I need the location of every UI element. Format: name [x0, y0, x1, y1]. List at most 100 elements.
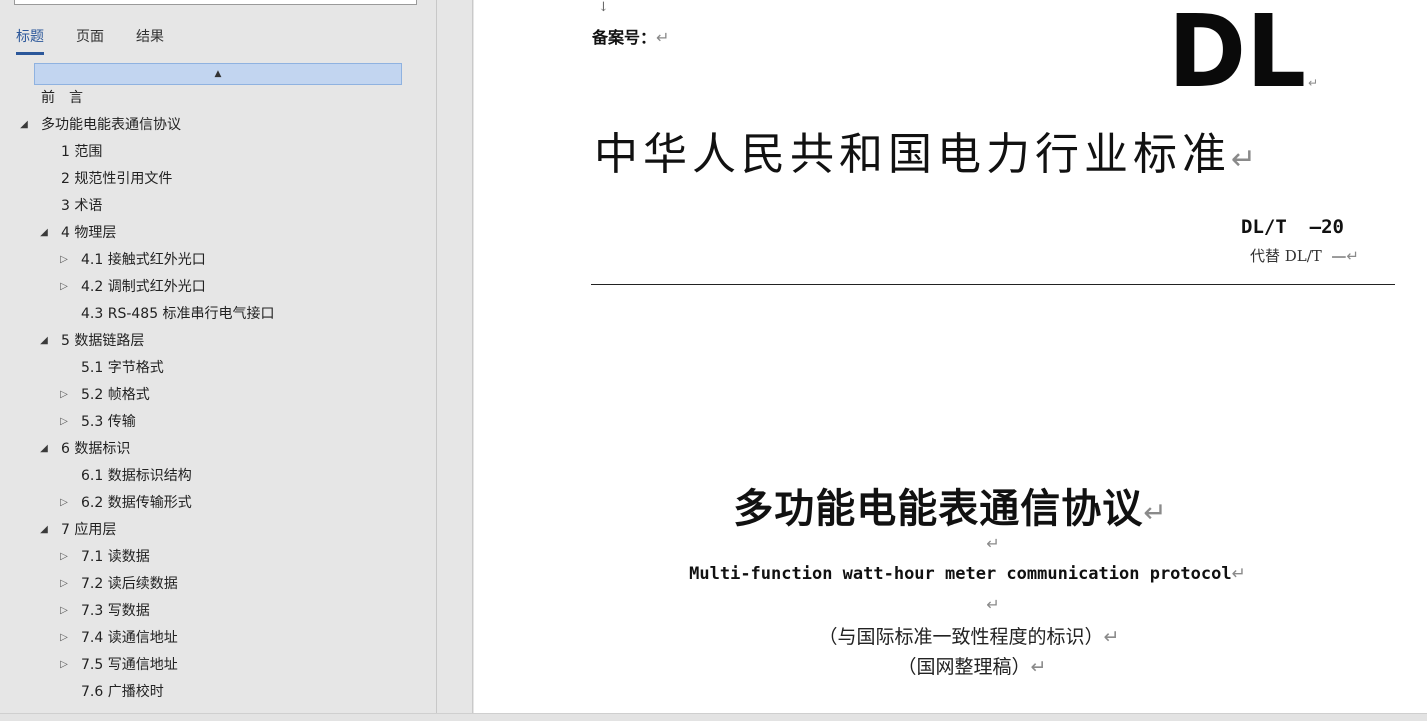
collapsed-triangle-icon[interactable]: ▷: [58, 598, 70, 624]
empty-paragraph-mark: ↵: [986, 595, 1000, 614]
english-title-text: Multi-function watt-hour meter communica…: [689, 564, 1232, 584]
expanded-triangle-icon[interactable]: ◢: [38, 328, 50, 354]
header-rule: [591, 284, 1395, 285]
heading-item[interactable]: ◢ 6 数据标识: [0, 436, 436, 463]
heading-item[interactable]: 7.6 广播校时: [0, 679, 436, 706]
heading-item[interactable]: ▷ 5.3 传输: [0, 409, 436, 436]
expanded-triangle-icon[interactable]: ◢: [18, 112, 30, 138]
heading-item[interactable]: 2 规范性引用文件: [0, 166, 436, 193]
heading-label: 7 应用层: [61, 522, 117, 538]
consistency-note-text: （与国际标准一致性程度的标识）: [818, 626, 1104, 648]
heading-label: 5 数据链路层: [61, 333, 145, 349]
paragraph-mark: ↵: [656, 28, 670, 47]
heading-label: 5.1 字节格式: [81, 360, 164, 376]
heading-item[interactable]: 5.1 字节格式: [0, 355, 436, 382]
record-number-label: 备案号：: [592, 28, 657, 47]
heading-label: 2 规范性引用文件: [61, 171, 173, 187]
paragraph-mark: ↵: [1030, 656, 1047, 678]
heading-label: 7.6 广播校时: [81, 684, 164, 700]
heading-item[interactable]: 6.1 数据标识结构: [0, 463, 436, 490]
standard-title-text: 中华人民共和国电力行业标准: [594, 129, 1231, 180]
heading-item[interactable]: ▷ 7.4 读通信地址: [0, 625, 436, 652]
heading-item[interactable]: 4.3 RS-485 标准串行电气接口: [0, 301, 436, 328]
paragraph-mark: ↵: [1103, 626, 1120, 648]
paragraph-mark: ↵: [1346, 247, 1359, 265]
heading-label: 7.2 读后续数据: [81, 576, 178, 592]
document-page: ↓ 备案号：↵ DL ↵ 中华人民共和国电力行业标准↵ DL/T —20 代替 …: [474, 0, 1427, 713]
heading-item[interactable]: ▷ 4.2 调制式红外光口: [0, 274, 436, 301]
heading-item[interactable]: ◢ 7 应用层: [0, 517, 436, 544]
heading-item[interactable]: ◢ 5 数据链路层: [0, 328, 436, 355]
heading-item[interactable]: ▷ 7.1 读数据: [0, 544, 436, 571]
heading-label: 5.3 传输: [81, 414, 136, 430]
heading-label: 6.2 数据传输形式: [81, 495, 192, 511]
collapse-up-icon: ▲: [214, 69, 222, 79]
document-title-text: 多功能电能表通信协议: [733, 486, 1144, 532]
draft-note: （国网整理稿）↵: [474, 652, 1427, 679]
tab-results[interactable]: 结果: [136, 26, 164, 52]
expanded-triangle-icon[interactable]: ◢: [38, 517, 50, 543]
heading-item[interactable]: 前 言: [0, 85, 436, 112]
heading-item[interactable]: 3 术语: [0, 193, 436, 220]
english-title: Multi-function watt-hour meter communica…: [474, 564, 1427, 584]
heading-item[interactable]: 1 范围: [0, 139, 436, 166]
collapsed-triangle-icon[interactable]: ▷: [58, 409, 70, 435]
heading-item[interactable]: ◢ 多功能电能表通信协议: [0, 112, 436, 139]
nav-search-box[interactable]: [14, 0, 417, 5]
collapsed-triangle-icon[interactable]: ▷: [58, 382, 70, 408]
heading-label: 前 言: [41, 90, 83, 106]
heading-label: 6.1 数据标识结构: [81, 468, 192, 484]
tab-headings[interactable]: 标题: [16, 26, 44, 55]
paragraph-mark: ↵: [1231, 564, 1246, 584]
heading-label: 7.5 写通信地址: [81, 657, 178, 673]
record-number-line: 备案号：↵: [592, 24, 669, 48]
heading-label: 7.1 读数据: [81, 549, 150, 565]
collapsed-triangle-icon[interactable]: ▷: [58, 274, 70, 300]
paragraph-mark: ↵: [1231, 142, 1257, 177]
collapse-headings-bar[interactable]: ▲: [34, 63, 402, 85]
heading-item[interactable]: ▷ 5.2 帧格式: [0, 382, 436, 409]
collapsed-triangle-icon[interactable]: ▷: [58, 625, 70, 651]
heading-label: 4.2 调制式红外光口: [81, 279, 206, 295]
paragraph-mark: ↵: [1308, 76, 1319, 90]
heading-label: 4.3 RS-485 标准串行电气接口: [81, 306, 275, 322]
heading-label: 4 物理层: [61, 225, 117, 241]
heading-label: 4.1 接触式红外光口: [81, 252, 206, 268]
navigation-pane: 标题 页面 结果 ▲ 前 言 ◢ 多功能电能表通信协议 1 范围 2 规范性引用文件 3 …: [0, 0, 437, 713]
heading-label: 3 术语: [61, 198, 103, 214]
heading-item[interactable]: ▷ 6.2 数据传输形式: [0, 490, 436, 517]
collapsed-triangle-icon[interactable]: ▷: [58, 247, 70, 273]
tab-pages[interactable]: 页面: [76, 26, 104, 52]
collapsed-triangle-icon[interactable]: ▷: [58, 652, 70, 678]
heading-label: 1 范围: [61, 144, 103, 160]
standard-code: DL/T —20: [1241, 216, 1344, 238]
expanded-triangle-icon[interactable]: ◢: [38, 436, 50, 462]
replaces-line: 代替 DL/T —↵: [1250, 245, 1359, 266]
heading-item[interactable]: ◢ 4 物理层: [0, 220, 436, 247]
heading-label: 7.4 读通信地址: [81, 630, 178, 646]
pane-splitter[interactable]: [438, 0, 473, 713]
heading-item[interactable]: ▷ 7.2 读后续数据: [0, 571, 436, 598]
standard-title: 中华人民共和国电力行业标准↵: [594, 118, 1256, 182]
heading-label: 7.3 写数据: [81, 603, 150, 619]
heading-label: 5.2 帧格式: [81, 387, 150, 403]
draft-note-text: （国网整理稿）: [897, 656, 1031, 678]
collapsed-triangle-icon[interactable]: ▷: [58, 544, 70, 570]
dl-logo-text: DL: [1168, 12, 1306, 90]
heading-label: 多功能电能表通信协议: [41, 117, 181, 133]
collapsed-triangle-icon[interactable]: ▷: [58, 571, 70, 597]
heading-label: 6 数据标识: [61, 441, 131, 457]
replaces-text: 代替 DL/T —: [1250, 247, 1347, 265]
heading-item[interactable]: ▷ 4.1 接触式红外光口: [0, 247, 436, 274]
heading-item[interactable]: ▷ 7.3 写数据: [0, 598, 436, 625]
expanded-triangle-icon[interactable]: ◢: [38, 220, 50, 246]
line-break-mark: ↓: [598, 0, 609, 15]
consistency-note: （与国际标准一致性程度的标识）↵: [474, 622, 1427, 649]
empty-paragraph-mark: ↵: [986, 534, 1000, 553]
heading-item[interactable]: ▷ 7.5 写通信地址: [0, 652, 436, 679]
dl-logo: DL: [1168, 12, 1306, 90]
collapsed-triangle-icon[interactable]: ▷: [58, 490, 70, 516]
paragraph-mark: ↵: [1143, 496, 1168, 529]
status-strip: [0, 713, 1427, 721]
document-title: 多功能电能表通信协议↵: [474, 476, 1427, 534]
